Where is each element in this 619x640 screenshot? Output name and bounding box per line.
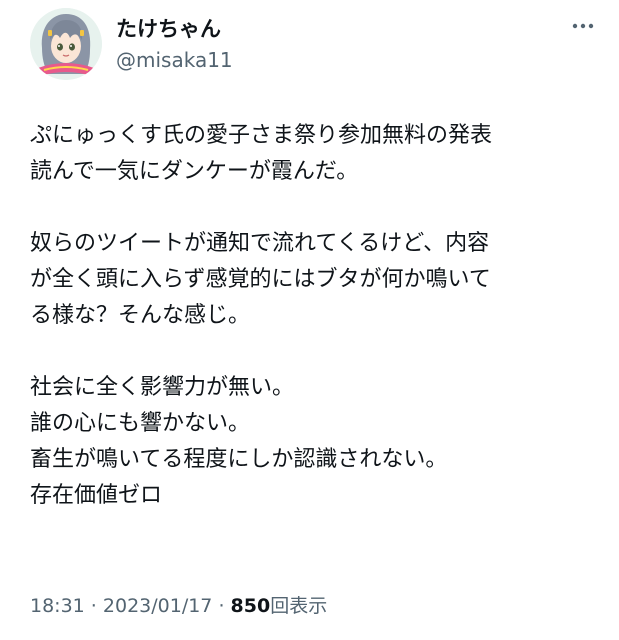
tweet-meta: 18:31 · 2023/01/17 · 850回表示 xyxy=(30,592,327,620)
tweet-line: 畜生が鳴いてる程度にしか認識されない。 xyxy=(30,447,448,472)
tweet-line: 読んで一気にダンケーが霞んだ。 xyxy=(30,159,359,184)
tweet-header: たけちゃん @misaka11 xyxy=(30,8,599,84)
display-name[interactable]: たけちゃん xyxy=(116,14,233,44)
tweet-line: る様な？そんな感じ。 xyxy=(30,303,251,328)
tweet-time[interactable]: 18:31 xyxy=(30,595,85,617)
anime-girl-avatar-icon xyxy=(30,8,102,80)
tweet-date[interactable]: 2023/01/17 xyxy=(103,595,213,617)
avatar[interactable] xyxy=(30,8,102,80)
tweet-line: 社会に全く影響力が無い。 xyxy=(30,375,295,400)
tweet-paragraph: 社会に全く影響力が無い。 誰の心にも響かない。 畜生が鳴いてる程度にしか認識され… xyxy=(30,370,590,514)
tweet-card: たけちゃん @misaka11 ぷにゅっくす氏の愛子さま祭り参加無料の発表 読ん… xyxy=(0,0,619,640)
tweet-line: ぷにゅっくす氏の愛子さま祭り参加無料の発表 xyxy=(30,123,493,148)
username-handle[interactable]: @misaka11 xyxy=(116,46,233,74)
tweet-paragraph: ぷにゅっくす氏の愛子さま祭り参加無料の発表 読んで一気にダンケーが霞んだ。 xyxy=(30,118,590,190)
tweet-paragraph: 奴らのツイートが通知で流れてくるけど、内容 が全く頭に入らず感覚的にはブタが何か… xyxy=(30,226,590,334)
more-options-button[interactable] xyxy=(571,22,595,30)
meta-separator: · xyxy=(84,595,103,617)
tweet-text: ぷにゅっくす氏の愛子さま祭り参加無料の発表 読んで一気にダンケーが霞んだ。 奴ら… xyxy=(30,118,590,514)
tweet-line: 誰の心にも響かない。 xyxy=(30,411,251,436)
tweet-line: 存在価値ゼロ xyxy=(30,483,163,508)
tweet-line: 奴らのツイートが通知で流れてくるけど、内容 xyxy=(30,231,490,256)
ellipsis-icon xyxy=(572,23,594,29)
author-names: たけちゃん @misaka11 xyxy=(116,14,233,74)
views-count[interactable]: 850 xyxy=(231,595,271,617)
meta-separator: · xyxy=(212,595,231,617)
tweet-line: が全く頭に入らず感覚的にはブタが何か鳴いて xyxy=(30,267,491,292)
views-label: 回表示 xyxy=(270,595,328,617)
